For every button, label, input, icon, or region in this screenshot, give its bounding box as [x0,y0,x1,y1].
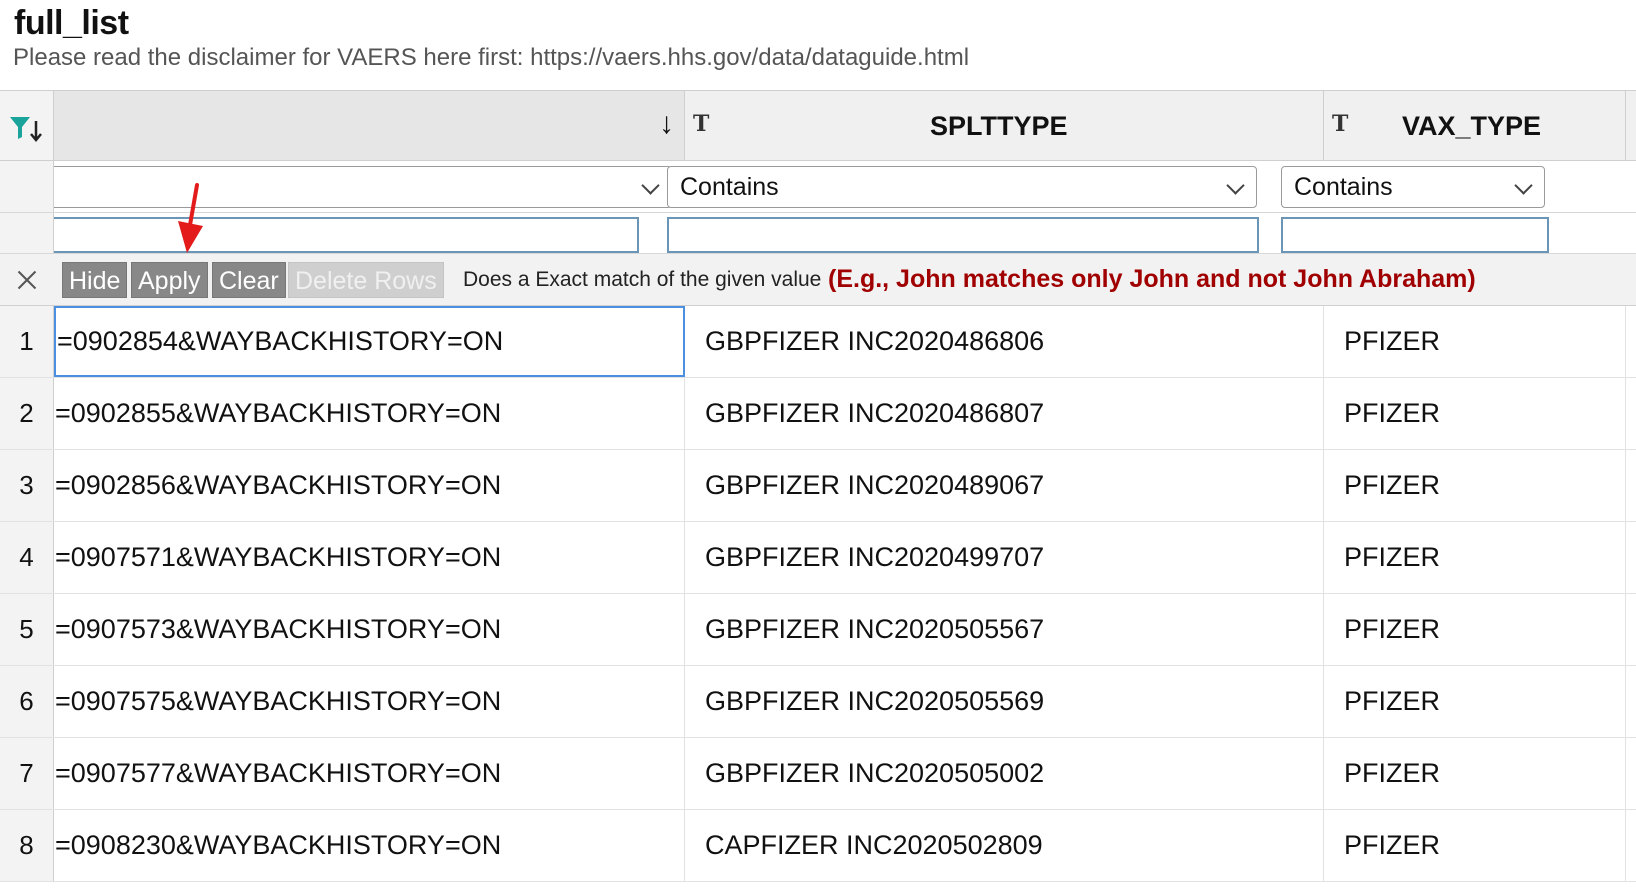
row-number: 2 [0,378,54,449]
table-cell[interactable]: GBPFIZER INC2020499707 [685,522,1324,593]
table-cell[interactable]: GBPFIZER INC2020505569 [685,666,1324,737]
table-cell[interactable]: PFIZER [1324,450,1626,521]
table-cell[interactable]: GBPFIZER INC2020486807 [685,378,1324,449]
table-cell[interactable]: =0907575&WAYBACKHISTORY=ON [54,666,685,737]
chevron-down-icon [641,176,660,195]
table-cell[interactable]: PFIZER [1324,738,1626,809]
table-cell[interactable]: PFIZER [1324,522,1626,593]
table-cell[interactable]: PFIZER [1324,810,1626,881]
row-header-blank [0,213,54,253]
table-cell[interactable]: PFIZER [1324,378,1626,449]
text-type-icon: T [1332,111,1349,137]
row-header-blank [0,161,54,212]
row-number: 8 [0,810,54,881]
table-cell[interactable]: GBPFIZER INC2020505567 [685,594,1324,665]
column-name: VAX_TYPE [1402,111,1542,141]
table-cell[interactable]: =0907571&WAYBACKHISTORY=ON [54,522,685,593]
page-title: full_list [14,4,129,42]
table-cell[interactable]: PFIZER [1324,306,1626,377]
column-header-splttype[interactable]: T SPLTTYPE [685,91,1324,161]
delete-rows-button[interactable]: Delete Rows [288,262,444,298]
table-cell[interactable]: =0902856&WAYBACKHISTORY=ON [54,450,685,521]
filter-operator-select-1[interactable] [54,166,672,208]
table-row[interactable]: 7 =0907577&WAYBACKHISTORY=ON GBPFIZER IN… [0,738,1636,810]
chevron-down-icon [1514,176,1533,195]
table-cell[interactable]: PFIZER [1324,594,1626,665]
filter-operator-select-splttype[interactable]: Contains [667,166,1257,208]
annotation-arrow-icon [178,183,203,253]
hide-button[interactable]: Hide [62,262,128,298]
filter-sort-icon[interactable] [6,109,46,149]
row-number: 4 [0,522,54,593]
table-cell[interactable]: =0902855&WAYBACKHISTORY=ON [54,378,685,449]
filter-value-input-vax-type[interactable] [1281,217,1549,253]
header-corner [0,91,54,161]
row-number: 6 [0,666,54,737]
table-row[interactable]: 4 =0907571&WAYBACKHISTORY=ON GBPFIZER IN… [0,522,1636,594]
clear-button[interactable]: Clear [212,262,286,298]
select-value: Contains [680,173,779,201]
table-cell[interactable]: GBPFIZER INC2020489067 [685,450,1324,521]
filter-value-input-splttype[interactable] [667,217,1259,253]
table-cell[interactable]: GBPFIZER INC2020505002 [685,738,1324,809]
data-grid: ↓ T SPLTTYPE T VAX_TYPE Contains Contain… [0,90,1636,895]
table-row[interactable]: 3 =0902856&WAYBACKHISTORY=ON GBPFIZER IN… [0,450,1636,522]
row-number: 3 [0,450,54,521]
page-subtitle: Please read the disclaimer for VAERS her… [13,44,970,71]
table-cell-active[interactable]: =0902854&WAYBACKHISTORY=ON [54,306,685,377]
text-type-icon: T [693,111,710,137]
table-row[interactable]: 6 =0907575&WAYBACKHISTORY=ON GBPFIZER IN… [0,666,1636,738]
select-value: Contains [1294,173,1393,201]
filter-hint-example: (E.g., John matches only John and not Jo… [828,265,1476,293]
filter-operator-select-vax-type[interactable]: Contains [1281,166,1545,208]
filter-operator-row: Contains Contains [0,161,1636,213]
column-header-overflow [1626,91,1636,161]
table-cell[interactable]: =0908230&WAYBACKHISTORY=ON [54,810,685,881]
table-row[interactable]: 2 =0902855&WAYBACKHISTORY=ON GBPFIZER IN… [0,378,1636,450]
row-number: 5 [0,594,54,665]
close-icon[interactable] [15,268,39,292]
column-name: SPLTTYPE [930,111,1068,141]
filter-value-input-1[interactable] [54,217,639,253]
row-number: 7 [0,738,54,809]
apply-button[interactable]: Apply [131,262,208,298]
table-cell[interactable]: PFIZER [1324,666,1626,737]
row-number: 1 [0,306,54,377]
sort-down-arrow-icon[interactable]: ↓ [659,107,674,141]
filter-value-row [0,213,1636,254]
table-row[interactable]: 1 =0902854&WAYBACKHISTORY=ON GBPFIZER IN… [0,306,1636,378]
table-cell[interactable]: =0907573&WAYBACKHISTORY=ON [54,594,685,665]
column-header-1[interactable]: ↓ [54,91,685,161]
table-cell[interactable]: =0907577&WAYBACKHISTORY=ON [54,738,685,809]
table-cell[interactable]: GBPFIZER INC2020486806 [685,306,1324,377]
filter-action-bar: Hide Apply Clear Delete Rows Does a Exac… [0,254,1636,306]
table-row[interactable]: 5 =0907573&WAYBACKHISTORY=ON GBPFIZER IN… [0,594,1636,666]
chevron-down-icon [1226,176,1245,195]
table-cell[interactable]: CAPFIZER INC2020502809 [685,810,1324,881]
filter-hint-text: Does a Exact match of the given value [463,268,822,291]
table-row[interactable]: 8 =0908230&WAYBACKHISTORY=ON CAPFIZER IN… [0,810,1636,882]
column-header-vax-type[interactable]: T VAX_TYPE [1324,91,1626,161]
